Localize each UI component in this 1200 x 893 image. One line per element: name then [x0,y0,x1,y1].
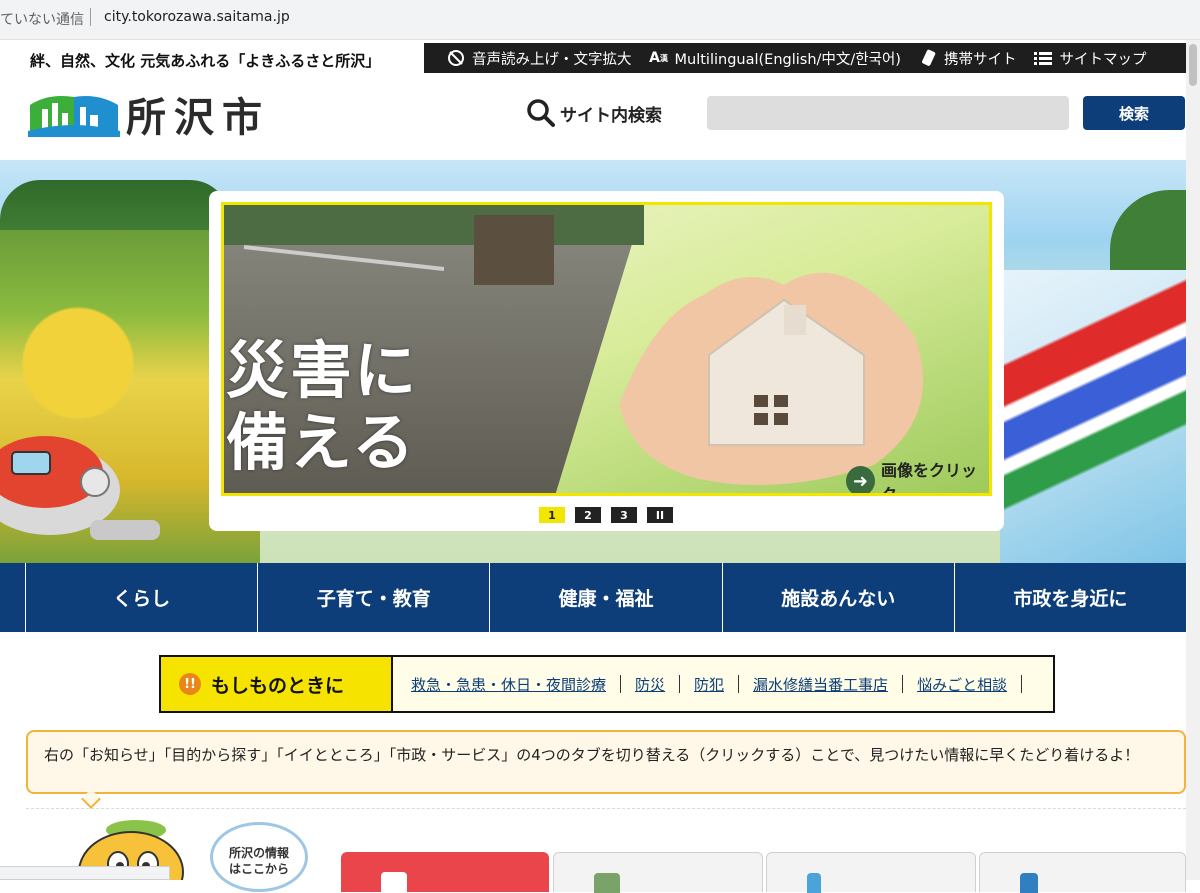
water-slide-image [1000,270,1186,563]
click-hint-text: 画像をクリック [880,461,977,496]
emergency-link-crime-prevention[interactable]: 防犯 [694,674,724,695]
nav-item-facilities[interactable]: 施設あんない [723,563,955,632]
news-icon [381,872,407,892]
emergency-heading: !! もしものときに [161,657,393,711]
vertical-scrollbar[interactable] [1186,40,1200,880]
slide-headline-line1: 災害に [226,334,419,407]
click-hint[interactable]: ➜ 画像をクリック [846,457,989,496]
tab-news[interactable] [341,852,549,892]
pager-pause-button[interactable]: II [647,507,673,523]
scrollbar-thumb[interactable] [1189,44,1197,86]
nav-item-kurashi[interactable]: くらし [25,563,259,632]
link-divider [738,675,740,693]
mascot-speech-bubble: 所沢の情報 はここから [210,822,308,892]
section-divider [26,808,1186,809]
emergency-link-medical[interactable]: 救急・急患・休日・夜間診療 [411,674,606,695]
security-indicator[interactable]: ていない通信 [0,9,84,29]
nav-item-childcare-education[interactable]: 子育て・教育 [258,563,491,632]
site-header: 絆、自然、文化 元気あふれる「よきふるさと所沢」 音声読み上げ・文字拡大 A漢 … [0,40,1200,160]
main-navigation: くらし 子育て・教育 健康・福祉 施設あんない 市政を身近に [0,563,1188,632]
sitemap-link[interactable]: サイトマップ [1033,48,1146,69]
url-text[interactable]: city.tokorozawa.saitama.jp [104,9,290,25]
tab-find-by-purpose[interactable] [553,852,763,893]
link-divider [902,675,904,693]
browser-address-bar[interactable]: ていない通信 city.tokorozawa.saitama.jp [0,0,1200,40]
accessibility-link[interactable]: 音声読み上げ・文字拡大 [446,48,632,69]
search-button[interactable]: 検索 [1083,96,1185,130]
bubble-line1: 所沢の情報 [228,846,289,860]
speech-bubble-tail [81,789,101,809]
utility-bar: 音声読み上げ・文字拡大 A漢 Multilingual(English/中文/한… [424,43,1186,73]
site-logo[interactable]: 所沢市 [28,88,318,141]
tab-help-text: 右の「お知らせ」「目的から探す」「イイとところ」「市政・サービス」の4つのタブを… [44,746,1140,764]
list-icon [1033,48,1053,68]
city-emblem-icon [28,91,120,137]
speech-icon [446,48,466,68]
mobile-icon [918,48,938,68]
slide-headline: 災害に 備える [226,335,418,479]
link-divider [1021,675,1023,693]
emergency-link-leak-repair[interactable]: 漏水修繕当番工事店 [753,674,888,695]
emergency-heading-text: もしものときに [211,674,345,697]
pager-page-2[interactable]: 2 [575,507,601,523]
emergency-links-bar: !! もしものときに 救急・急患・休日・夜間診療 防災 防犯 漏水修繕当番工事店… [159,655,1055,713]
tab-help-message: 右の「お知らせ」「目的から探す」「イイとところ」「市政・サービス」の4つのタブを… [26,730,1186,809]
emergency-link-disaster-prevention[interactable]: 防災 [635,674,665,695]
multilingual-label: Multilingual(English/中文/한국어) [674,51,901,68]
tab-city-services[interactable] [979,852,1186,893]
bubble-line2: はここから [228,862,289,876]
browser-status-bar [0,866,170,880]
search-icon [527,99,555,127]
robot-mascot-image [0,436,160,540]
money-icon [594,873,620,893]
sitemap-label: サイトマップ [1059,51,1147,68]
accessibility-label: 音声読み上げ・文字拡大 [472,51,632,68]
arrow-right-icon: ➜ [846,466,875,493]
translate-icon: A漢 [649,50,668,66]
slide-headline-line2: 備える [226,406,417,479]
city-name: 所沢市 [126,94,270,141]
people-icon [1020,873,1038,893]
nav-item-city-administration[interactable]: 市政を身近に [955,563,1188,632]
slide-pager: 1 2 3 II [539,507,673,523]
mobile-site-link[interactable]: 携帯サイト [918,48,1017,69]
address-separator [90,8,91,26]
alert-icon: !! [179,673,201,695]
pager-page-1[interactable]: 1 [539,507,565,523]
link-divider [620,675,622,693]
slide-image-link[interactable]: 災害に 備える ➜ 画像をクリック [221,202,992,496]
tab-good-places[interactable] [766,852,976,893]
pager-page-3[interactable]: 3 [611,507,637,523]
place-icon [807,873,821,893]
nav-item-health-welfare[interactable]: 健康・福祉 [490,563,723,632]
emergency-link-list: 救急・急患・休日・夜間診療 防災 防犯 漏水修繕当番工事店 悩みごと相談 [393,657,1053,711]
multilingual-link[interactable]: A漢 Multilingual(English/中文/한국어) [649,48,901,69]
search-input[interactable] [707,96,1069,130]
hero-banner: 災害に 備える ➜ 画像をクリック 1 2 3 II [0,160,1186,563]
emergency-link-consultation[interactable]: 悩みごと相談 [917,674,1007,695]
slideshow-card: 災害に 備える ➜ 画像をクリック 1 2 3 II [209,191,1004,531]
site-tagline: 絆、自然、文化 元気あふれる「よきふるさと所沢」 [30,52,381,70]
search-label-text: サイト内検索 [560,105,662,126]
mobile-site-label: 携帯サイト [943,51,1017,68]
link-divider [679,675,681,693]
site-search-label: サイト内検索 [526,98,662,128]
